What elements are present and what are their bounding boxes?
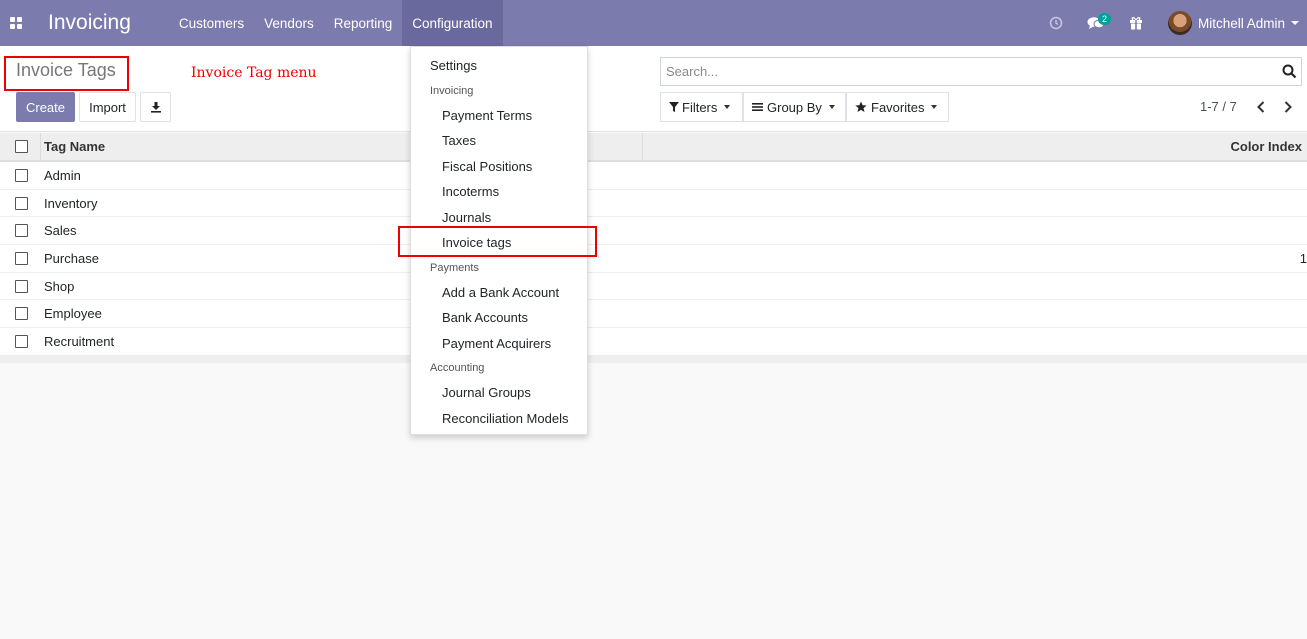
table-row[interactable]: Recruitment — [0, 328, 1307, 356]
group-by-label: Group By — [767, 99, 822, 115]
table-row[interactable]: Employee — [0, 300, 1307, 329]
message-count-badge: 2 — [1097, 13, 1111, 25]
import-button[interactable]: Import — [79, 92, 136, 122]
menu-header-invoicing: Invoicing — [430, 84, 474, 97]
search-input[interactable] — [661, 58, 1261, 85]
download-icon — [150, 102, 161, 113]
row-checkbox[interactable] — [15, 224, 28, 238]
menu-item-incoterms[interactable]: Incoterms — [411, 179, 587, 205]
pager-value[interactable]: 1-7 / 7 — [1200, 99, 1237, 114]
row-checkbox[interactable] — [15, 307, 28, 321]
nav-vendors[interactable]: Vendors — [254, 0, 324, 46]
top-navbar: Invoicing Customers Vendors Reporting Co… — [0, 0, 1307, 46]
tag-name: Inventory — [44, 195, 98, 211]
favorites-button[interactable]: Favorites — [846, 92, 949, 122]
menu-item-reconciliation-models[interactable]: Reconciliation Models — [411, 406, 587, 432]
menu-header-payments: Payments — [430, 261, 479, 274]
table-row[interactable]: Admin — [0, 162, 1307, 190]
table-row[interactable]: Inventory — [0, 190, 1307, 218]
table-row[interactable]: Shop — [0, 273, 1307, 301]
pager-next-icon[interactable] — [1279, 97, 1297, 117]
title-highlight-box — [4, 56, 129, 91]
menu-item-fiscal-positions[interactable]: Fiscal Positions — [411, 154, 587, 180]
column-header-color-index[interactable]: Color Index — [1230, 133, 1302, 160]
search-icon[interactable] — [1282, 64, 1297, 82]
tag-name: Employee — [44, 306, 102, 322]
favorites-label: Favorites — [871, 99, 925, 115]
annotation-label: Invoice Tag menu — [191, 65, 317, 81]
menu-item-bank-accounts[interactable]: Bank Accounts — [411, 305, 587, 331]
control-panel: Invoice Tags Invoice Tag menu Create Imp… — [0, 46, 1307, 132]
messages-icon[interactable]: 2 — [1076, 0, 1116, 46]
color-index: 1 — [1299, 251, 1307, 267]
row-checkbox[interactable] — [15, 169, 28, 182]
table-row[interactable]: Purchase 1 — [0, 245, 1307, 273]
tag-name: Recruitment — [44, 334, 115, 350]
chevron-down-icon — [828, 105, 835, 109]
filters-label: Filters — [682, 99, 718, 115]
invoice-tags-highlight-box — [398, 226, 597, 257]
nav-customers[interactable]: Customers — [169, 0, 254, 46]
list-footer — [0, 355, 1307, 363]
chevron-down-icon — [931, 105, 938, 109]
column-header-tag-name[interactable]: Tag Name — [44, 133, 105, 160]
nav-reporting[interactable]: Reporting — [324, 0, 403, 46]
app-title[interactable]: Invoicing — [48, 11, 131, 35]
row-checkbox[interactable] — [15, 335, 28, 349]
tag-name: Admin — [44, 168, 81, 183]
bars-icon — [752, 103, 763, 111]
search-bar[interactable] — [660, 57, 1302, 86]
list-header: Tag Name Color Index — [0, 133, 1307, 162]
menu-item-settings[interactable]: Settings — [411, 53, 587, 79]
nav-configuration[interactable]: Configuration — [402, 0, 503, 46]
menu-item-payment-acquirers[interactable]: Payment Acquirers — [411, 331, 587, 357]
user-menu[interactable]: Mitchell Admin — [1156, 0, 1307, 46]
table-row[interactable]: Sales — [0, 217, 1307, 246]
filter-icon — [669, 102, 679, 112]
row-checkbox[interactable] — [15, 196, 28, 210]
row-checkbox[interactable] — [15, 279, 28, 293]
create-button[interactable]: Create — [16, 92, 75, 122]
list-view: Tag Name Color Index Admin Inventory Sal… — [0, 133, 1307, 363]
menu-item-taxes[interactable]: Taxes — [411, 128, 587, 154]
filters-button[interactable]: Filters — [660, 92, 743, 122]
tag-name: Purchase — [44, 251, 99, 267]
chevron-down-icon — [724, 105, 731, 109]
star-icon — [855, 101, 867, 112]
row-checkbox[interactable] — [15, 252, 28, 266]
menu-item-add-bank-account[interactable]: Add a Bank Account — [411, 280, 587, 306]
select-all-checkbox[interactable] — [15, 133, 28, 160]
apps-menu-icon[interactable] — [0, 0, 32, 46]
menu-item-journal-groups[interactable]: Journal Groups — [411, 380, 587, 406]
menu-item-payment-terms[interactable]: Payment Terms — [411, 103, 587, 129]
menu-header-accounting: Accounting — [430, 362, 485, 374]
activity-clock-icon[interactable] — [1036, 0, 1076, 46]
avatar — [1167, 11, 1192, 35]
user-name: Mitchell Admin — [1197, 15, 1285, 31]
tag-name: Sales — [44, 223, 77, 239]
gift-icon[interactable] — [1116, 0, 1156, 46]
tag-name: Shop — [44, 278, 75, 294]
chevron-down-icon — [1291, 21, 1299, 25]
download-button[interactable] — [140, 92, 171, 122]
pager-previous-icon[interactable] — [1252, 97, 1270, 117]
group-by-button[interactable]: Group By — [743, 92, 846, 122]
